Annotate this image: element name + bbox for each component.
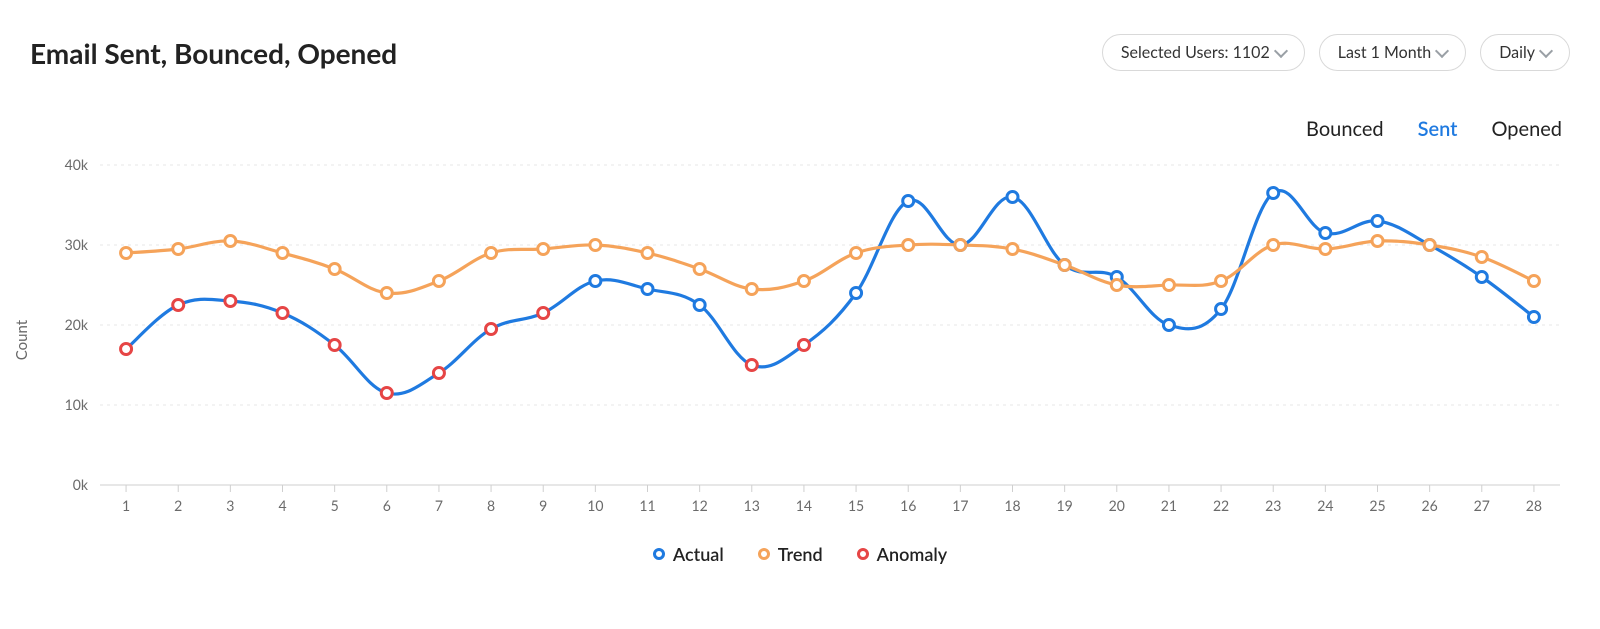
tab-bounced[interactable]: Bounced: [1306, 117, 1384, 141]
svg-text:19: 19: [1057, 497, 1073, 514]
svg-text:12: 12: [692, 497, 708, 514]
svg-text:9: 9: [539, 497, 547, 514]
granularity-filter-label: Daily: [1499, 43, 1535, 62]
range-filter-label: Last 1 Month: [1338, 43, 1431, 62]
filter-bar: Selected Users: 1102 Last 1 Month Daily: [1102, 34, 1570, 71]
chevron-down-icon: [1539, 43, 1553, 57]
svg-text:24: 24: [1317, 497, 1333, 514]
circle-icon: [653, 548, 665, 560]
svg-text:4: 4: [278, 497, 286, 514]
users-filter-label: Selected Users: 1102: [1121, 43, 1270, 62]
legend-trend: Trend: [758, 543, 823, 565]
legend: Actual Trend Anomaly: [30, 543, 1570, 565]
svg-text:25: 25: [1369, 497, 1385, 514]
svg-text:30k: 30k: [65, 236, 89, 253]
tab-opened[interactable]: Opened: [1492, 117, 1563, 141]
svg-text:3: 3: [226, 497, 234, 514]
svg-text:28: 28: [1526, 497, 1542, 514]
svg-text:7: 7: [435, 497, 443, 514]
y-axis-label: Count: [13, 320, 31, 360]
svg-text:10k: 10k: [65, 396, 89, 413]
svg-text:11: 11: [639, 497, 655, 514]
svg-text:0k: 0k: [73, 476, 89, 493]
tab-sent[interactable]: Sent: [1418, 117, 1458, 141]
svg-text:14: 14: [796, 497, 812, 514]
svg-text:27: 27: [1474, 497, 1490, 514]
granularity-filter[interactable]: Daily: [1480, 34, 1570, 71]
chevron-down-icon: [1274, 43, 1288, 57]
legend-anomaly: Anomaly: [857, 543, 947, 565]
circle-icon: [857, 548, 869, 560]
svg-text:6: 6: [383, 497, 391, 514]
chart: Count 0k10k20k30k40k12345678910111213141…: [30, 155, 1570, 525]
svg-text:16: 16: [900, 497, 916, 514]
svg-text:17: 17: [952, 497, 968, 514]
svg-text:8: 8: [487, 497, 495, 514]
svg-text:15: 15: [848, 497, 864, 514]
svg-text:20: 20: [1109, 497, 1125, 514]
legend-actual-label: Actual: [673, 543, 724, 565]
page-title: Email Sent, Bounced, Opened: [30, 36, 397, 70]
svg-text:5: 5: [331, 497, 339, 514]
legend-anomaly-label: Anomaly: [877, 543, 947, 565]
svg-text:20k: 20k: [65, 316, 89, 333]
svg-text:22: 22: [1213, 497, 1229, 514]
svg-text:21: 21: [1161, 497, 1177, 514]
svg-text:40k: 40k: [65, 156, 89, 173]
legend-actual: Actual: [653, 543, 724, 565]
svg-text:13: 13: [744, 497, 760, 514]
svg-text:23: 23: [1265, 497, 1281, 514]
svg-text:2: 2: [174, 497, 182, 514]
users-filter[interactable]: Selected Users: 1102: [1102, 34, 1305, 71]
svg-text:18: 18: [1004, 497, 1020, 514]
series-tabs: Bounced Sent Opened: [30, 117, 1570, 141]
svg-text:26: 26: [1422, 497, 1438, 514]
svg-text:10: 10: [587, 497, 603, 514]
svg-text:1: 1: [122, 497, 130, 514]
range-filter[interactable]: Last 1 Month: [1319, 34, 1466, 71]
circle-icon: [758, 548, 770, 560]
chevron-down-icon: [1435, 43, 1449, 57]
legend-trend-label: Trend: [778, 543, 823, 565]
